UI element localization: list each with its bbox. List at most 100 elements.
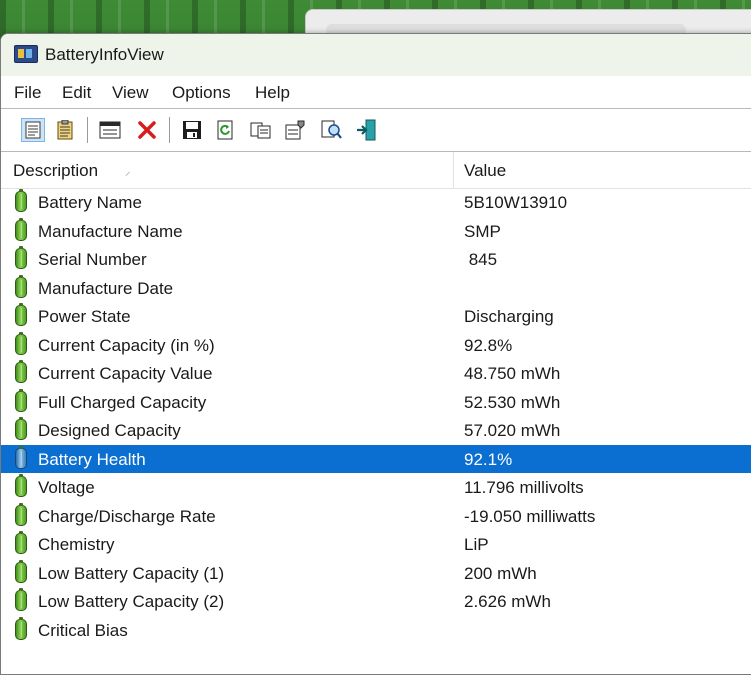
window-button[interactable] (98, 118, 122, 142)
battery-icon (15, 274, 27, 298)
battery-icon (15, 445, 27, 469)
battery-icon (15, 303, 27, 326)
toolbar-separator (169, 117, 170, 143)
window-title: BatteryInfoView (45, 45, 164, 64)
row-value: 52.530 mWh (464, 392, 561, 412)
html-report-button[interactable] (21, 118, 45, 142)
properties-icon (285, 120, 305, 140)
table-row[interactable]: Low Battery Capacity (2) 2.626 mWh (1, 587, 751, 616)
row-description: Voltage (38, 478, 95, 497)
row-description: Battery Name (38, 193, 142, 212)
app-window: BatteryInfoView File Edit View Options H… (0, 33, 751, 675)
sort-indicator-icon: ⸝ (125, 166, 131, 178)
battery-icon (15, 246, 27, 269)
refresh-icon (217, 120, 233, 140)
battery-icon (15, 388, 27, 412)
battery-icon (15, 360, 27, 383)
save-icon (183, 121, 201, 139)
table-row[interactable]: Critical Bias (1, 616, 751, 645)
row-description: Charge/Discharge Rate (38, 506, 216, 526)
table-row[interactable]: Current Capacity Value 48.750 mWh (1, 359, 751, 388)
row-value: 5B10W13910 (464, 193, 568, 212)
refresh-button[interactable] (213, 118, 237, 142)
table-row[interactable]: Battery Name 5B10W13910 (1, 188, 751, 217)
list-header: Description ⸝ Value (1, 152, 751, 189)
row-description: Power State (38, 307, 131, 326)
delete-button[interactable] (135, 118, 159, 142)
table-row[interactable]: Charge/Discharge Rate -19.050 milliwatts (1, 502, 751, 531)
column-header-description[interactable]: Description (13, 161, 98, 181)
menu-view[interactable]: View (112, 83, 149, 103)
copy-button[interactable] (249, 118, 273, 142)
column-header-value[interactable]: Value (464, 161, 506, 181)
row-description: Current Capacity Value (38, 364, 213, 383)
menu-help[interactable]: Help (255, 83, 290, 103)
menu-edit[interactable]: Edit (62, 83, 91, 103)
exit-icon (357, 119, 376, 141)
find-button[interactable] (320, 118, 344, 142)
battery-icon (15, 588, 27, 611)
row-description: Battery Health (38, 449, 146, 469)
row-description: Low Battery Capacity (2) (38, 592, 225, 611)
row-value: Discharging (464, 307, 554, 326)
table-row[interactable]: Serial Number 845 (1, 245, 751, 274)
table-row[interactable]: Power State Discharging (1, 302, 751, 331)
row-value: 2.626 mWh (464, 592, 551, 611)
battery-icon (15, 616, 27, 640)
table-row[interactable]: Designed Capacity 57.020 mWh (1, 416, 751, 445)
battery-icon (15, 331, 27, 355)
toolbar-separator (87, 117, 88, 143)
row-description: Manufacture Name (38, 221, 183, 241)
battery-icon (15, 474, 27, 497)
row-value: 92.8% (464, 335, 513, 355)
row-description: Chemistry (38, 535, 115, 554)
row-description: Manufacture Date (38, 278, 174, 298)
row-value: 92.1% (464, 449, 513, 469)
toolbar (1, 108, 751, 152)
row-description: Full Charged Capacity (38, 392, 207, 412)
battery-icon (15, 189, 27, 212)
battery-icon (15, 531, 27, 554)
close-red-x-icon (138, 121, 156, 139)
battery-icon (15, 417, 27, 440)
menu-file[interactable]: File (14, 83, 41, 103)
exit-button[interactable] (355, 118, 379, 142)
battery-info-list: Description ⸝ Value Battery Name 5B10W139… (1, 152, 751, 674)
row-description: Low Battery Capacity (1) (38, 563, 225, 583)
column-divider[interactable] (453, 152, 454, 188)
row-description: Serial Number (38, 250, 147, 269)
html-report-icon (25, 121, 41, 139)
save-button[interactable] (180, 118, 204, 142)
battery-icon (15, 502, 27, 526)
table-row[interactable]: Current Capacity (in %) 92.8% (1, 331, 751, 360)
battery-icon (15, 217, 27, 241)
copy-icon (250, 122, 271, 139)
table-row[interactable]: Low Battery Capacity (1) 200 mWh (1, 559, 751, 588)
row-description: Current Capacity (in %) (38, 335, 215, 355)
table-row[interactable]: Full Charged Capacity 52.530 mWh (1, 388, 751, 417)
menu-bar: File Edit View Options Help (1, 78, 751, 108)
row-value: 11.796 millivolts (464, 478, 584, 497)
table-row[interactable]: Manufacture Name SMP (1, 217, 751, 246)
row-value: 57.020 mWh (464, 421, 561, 440)
menu-options[interactable]: Options (172, 83, 231, 103)
text-report-button[interactable] (53, 118, 77, 142)
row-value: 48.750 mWh (464, 364, 561, 383)
row-value: LiP (464, 535, 489, 554)
row-description: Designed Capacity (38, 421, 181, 440)
table-row[interactable]: Battery Health 92.1% (1, 444, 751, 473)
row-value: -19.050 milliwatts (464, 506, 596, 526)
row-value: 845 (464, 250, 498, 269)
table-row[interactable]: Manufacture Date (1, 274, 751, 303)
row-value: 200 mWh (464, 563, 537, 583)
title-bar: BatteryInfoView (1, 34, 751, 76)
row-value: SMP (464, 221, 501, 241)
properties-window-icon (99, 121, 121, 139)
battery-icon (15, 559, 27, 583)
list-rows: Battery Name 5B10W13910 Manufacture Name SM… (1, 188, 751, 644)
table-row[interactable]: Voltage 11.796 millivolts (1, 473, 751, 502)
table-row[interactable]: Chemistry LiP (1, 530, 751, 559)
text-report-icon (57, 120, 73, 140)
app-icon (14, 45, 38, 63)
properties-button[interactable] (283, 118, 307, 142)
